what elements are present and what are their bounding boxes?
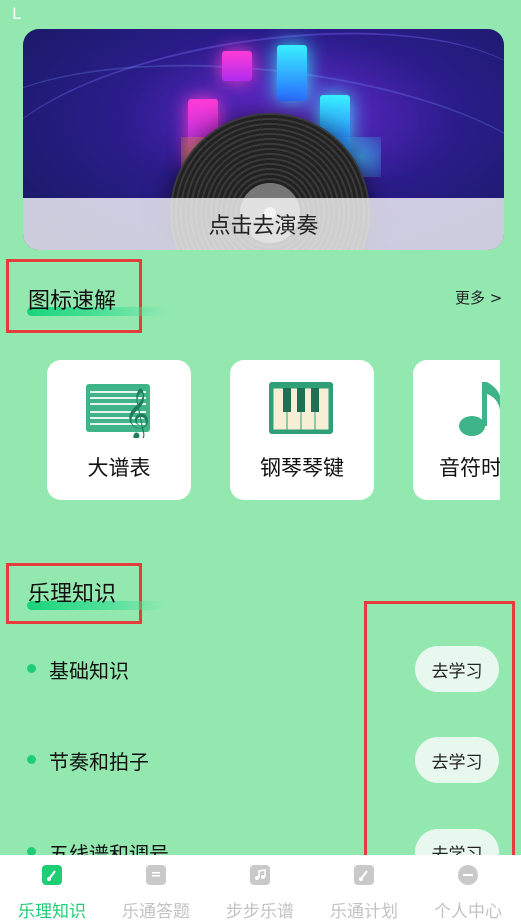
grand-staff-icon: 𝄞 <box>84 378 154 441</box>
card-grand-staff[interactable]: 𝄞 大谱表 <box>47 360 191 500</box>
play-banner[interactable]: 点击去演奏 <box>23 29 504 250</box>
card-label: 钢琴琴键 <box>260 456 344 480</box>
music-note-icon <box>42 865 62 885</box>
icon-cards-carousel[interactable]: 𝄞 大谱表 钢琴琴键 音符时 <box>0 360 500 502</box>
nav-label: 步步乐谱 <box>226 902 294 922</box>
bottom-nav: 乐理知识 乐通答题 步步乐谱 乐通计划 个人中心 <box>0 855 521 924</box>
nav-label: 乐通计划 <box>330 902 398 922</box>
highlight-box <box>364 601 515 866</box>
light-bar <box>222 51 252 81</box>
status-indicator: L <box>12 4 21 23</box>
svg-text:𝄞: 𝄞 <box>124 388 150 438</box>
icon-section-title: 图标速解 <box>28 289 117 314</box>
nav-tab-music-theory[interactable]: 乐理知识 <box>0 855 104 924</box>
light-bar <box>277 45 307 101</box>
nav-label: 个人中心 <box>434 902 502 922</box>
item-label: 基础知识 <box>49 659 129 683</box>
theory-section-title: 乐理知识 <box>28 582 117 607</box>
music-notes-icon <box>250 865 270 885</box>
nav-tab-sheet-music[interactable]: 步步乐谱 <box>208 855 312 924</box>
more-link[interactable]: 更多 > <box>455 287 502 308</box>
music-note-icon <box>450 378 500 438</box>
card-label: 大谱表 <box>87 456 151 480</box>
item-label: 节奏和拍子 <box>49 750 149 774</box>
card-label: 音符时 <box>439 456 500 480</box>
nav-tab-plan[interactable]: 乐通计划 <box>312 855 416 924</box>
card-piano-keys[interactable]: 钢琴琴键 <box>230 360 374 500</box>
nav-label: 乐理知识 <box>18 902 86 922</box>
card-note-duration[interactable]: 音符时 <box>413 360 500 500</box>
profile-icon <box>458 865 478 885</box>
bookmark-icon <box>146 865 166 885</box>
bullet-dot-icon <box>27 755 36 764</box>
nav-label: 乐通答题 <box>122 902 190 922</box>
banner-caption[interactable]: 点击去演奏 <box>23 198 504 250</box>
nav-tab-profile[interactable]: 个人中心 <box>416 855 520 924</box>
nav-tab-quiz[interactable]: 乐通答题 <box>104 855 208 924</box>
music-note-icon <box>354 865 374 885</box>
piano-keys-icon <box>267 378 337 438</box>
bullet-dot-icon <box>27 664 36 673</box>
